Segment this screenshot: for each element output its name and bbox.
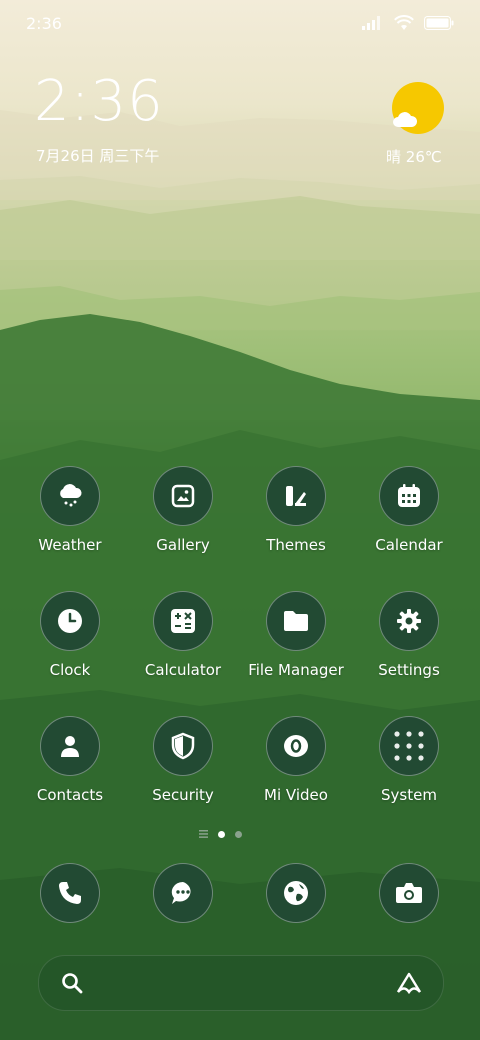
assistant-icon[interactable] <box>395 971 423 995</box>
calendar-icon <box>379 466 439 526</box>
app-label: Mi Video <box>264 786 328 804</box>
app-clock[interactable]: Clock <box>14 591 126 679</box>
app-label: Weather <box>38 536 102 554</box>
home-screen: 2:36 2:36 7月26日 周三下午 晴 26℃ Weather Galle… <box>0 0 480 1040</box>
app-calendar[interactable]: Calendar <box>353 466 465 554</box>
app-label: Themes <box>266 536 326 554</box>
app-label: Calendar <box>375 536 443 554</box>
app-label: Gallery <box>156 536 210 554</box>
status-bar-time: 2:36 <box>26 14 62 33</box>
weather-icon <box>40 466 100 526</box>
shield-icon <box>153 716 213 776</box>
folder-grid-icon <box>379 716 439 776</box>
signal-icon <box>362 16 380 30</box>
app-calculator[interactable]: Calculator <box>127 591 239 679</box>
app-label: Security <box>152 786 214 804</box>
page-dot-active[interactable] <box>218 830 225 838</box>
themes-icon <box>266 466 326 526</box>
list-page-icon[interactable] <box>199 830 208 838</box>
app-gallery[interactable]: Gallery <box>127 466 239 554</box>
app-label: Clock <box>49 661 91 679</box>
calculator-icon <box>153 591 213 651</box>
search-bar[interactable] <box>38 955 444 1011</box>
weather-condition: 晴 <box>386 148 402 166</box>
app-label: Contacts <box>36 786 104 804</box>
folder-system[interactable]: System <box>353 716 465 804</box>
app-label: File Manager <box>248 661 344 679</box>
app-themes[interactable]: Themes <box>240 466 352 554</box>
status-bar-icons <box>362 15 454 31</box>
browser-icon[interactable] <box>266 863 326 923</box>
page-indicator[interactable] <box>199 830 242 838</box>
search-icon[interactable] <box>61 972 83 994</box>
contacts-icon <box>40 716 100 776</box>
gear-icon <box>379 591 439 651</box>
app-label: Settings <box>378 661 440 679</box>
page-dot[interactable] <box>235 830 242 838</box>
battery-icon <box>424 16 454 30</box>
wifi-icon <box>394 15 414 30</box>
app-label: System <box>381 786 437 804</box>
clock-widget-date: 7月26日 周三下午 <box>36 147 160 165</box>
app-settings[interactable]: Settings <box>353 591 465 679</box>
phone-icon[interactable] <box>40 863 100 923</box>
weather-summary: 晴 26℃ <box>386 146 442 167</box>
app-contacts[interactable]: Contacts <box>14 716 126 804</box>
messages-icon[interactable] <box>153 863 213 923</box>
weather-temperature: 26℃ <box>405 148 442 166</box>
app-weather[interactable]: Weather <box>14 466 126 554</box>
gallery-icon <box>153 466 213 526</box>
camera-icon[interactable] <box>379 863 439 923</box>
app-mi-video[interactable]: Mi Video <box>240 716 352 804</box>
clock-icon <box>40 591 100 651</box>
cloud-icon <box>393 112 418 127</box>
app-file-manager[interactable]: File Manager <box>240 591 352 679</box>
app-label: Calculator <box>144 661 222 679</box>
app-security[interactable]: Security <box>127 716 239 804</box>
folder-icon <box>266 591 326 651</box>
clock-widget-time[interactable]: 2:36 <box>34 74 164 130</box>
video-icon <box>266 716 326 776</box>
weather-widget[interactable]: 晴 26℃ <box>382 80 448 170</box>
